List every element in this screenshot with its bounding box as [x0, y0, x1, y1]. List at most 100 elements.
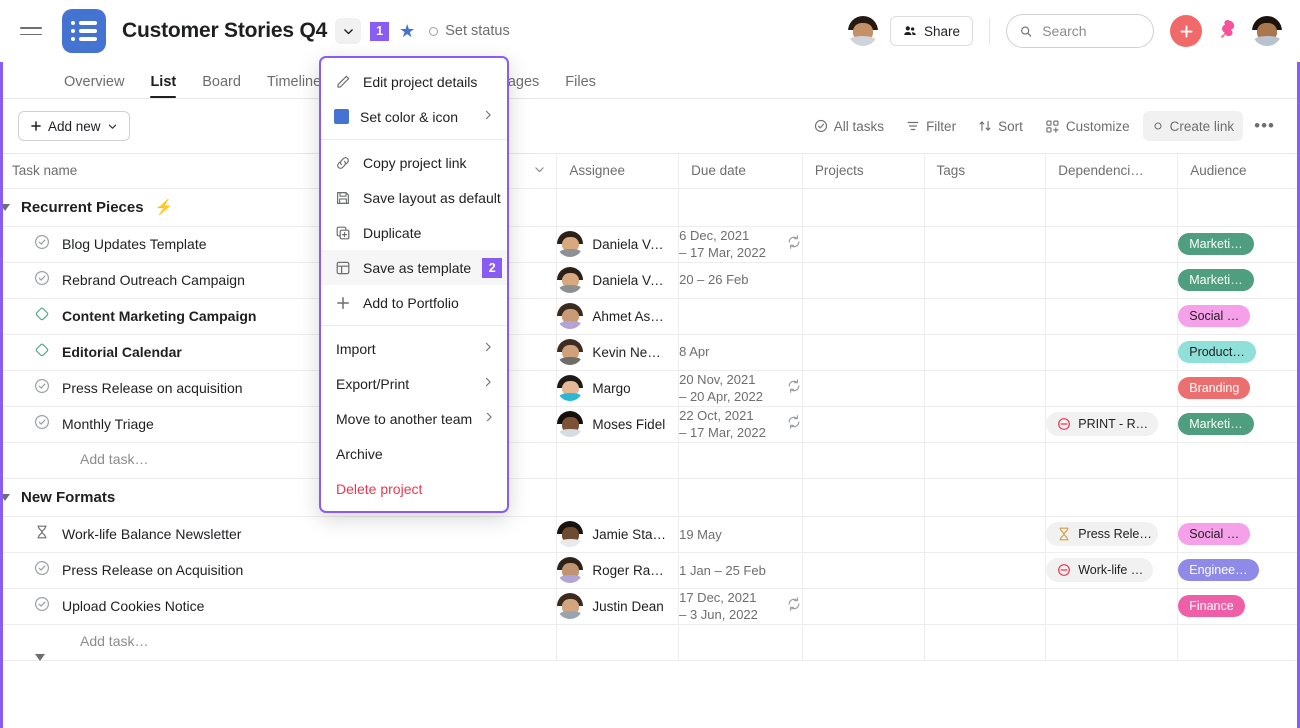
member-avatar[interactable]	[848, 16, 878, 46]
projects-cell[interactable]	[802, 262, 924, 298]
assignee-cell[interactable]: Daniela Var…	[557, 262, 679, 298]
check-circle-icon[interactable]	[34, 270, 50, 291]
projects-cell[interactable]	[802, 334, 924, 370]
task-name-cell[interactable]: Work-life Balance Newsletter	[0, 516, 557, 552]
audience-cell[interactable]: Product…	[1178, 334, 1300, 370]
projects-cell[interactable]	[802, 516, 924, 552]
check-circle-icon[interactable]	[34, 596, 50, 617]
assignee-cell[interactable]: Jamie Stap…	[557, 516, 679, 552]
tags-cell[interactable]	[924, 552, 1046, 588]
due-date-cell[interactable]: 20 – 26 Feb	[679, 262, 803, 298]
check-circle-icon[interactable]	[34, 414, 50, 435]
table-row[interactable]: Upload Cookies Notice Justin Dean 17 Dec…	[0, 588, 1300, 624]
avatar[interactable]	[557, 267, 583, 293]
diamond-icon[interactable]	[34, 306, 50, 327]
audience-cell[interactable]: Social …	[1178, 298, 1300, 334]
table-row[interactable]: Press Release on Acquisition Roger Ray… …	[0, 552, 1300, 588]
audience-pill[interactable]: Social …	[1178, 523, 1250, 545]
projects-cell[interactable]	[802, 370, 924, 406]
due-date-cell[interactable]: 19 May	[679, 516, 803, 552]
audience-pill[interactable]: Marketi…	[1178, 413, 1253, 435]
dependency-cell[interactable]	[1046, 588, 1178, 624]
menu-item-move-to-another-team[interactable]: Move to another team	[321, 401, 507, 436]
avatar[interactable]	[557, 339, 583, 365]
dependency-pill[interactable]: Press Rele…	[1046, 522, 1158, 546]
assignee-cell[interactable]: Margo	[557, 370, 679, 406]
add-task-row[interactable]: Add task…	[0, 624, 1300, 660]
set-status-button[interactable]: Set status	[429, 23, 509, 39]
menu-item-duplicate[interactable]: Duplicate	[321, 215, 507, 250]
project-menu-caret-button[interactable]	[335, 18, 361, 44]
column-header-dependencies[interactable]: Dependenci…	[1046, 154, 1178, 188]
task-name-cell[interactable]: Press Release on Acquisition	[0, 552, 557, 588]
dependency-cell[interactable]: PRINT - R…	[1046, 406, 1178, 442]
column-header-projects[interactable]: Projects	[802, 154, 924, 188]
dependency-pill[interactable]: Work-life …	[1046, 558, 1153, 582]
avatar[interactable]	[557, 521, 583, 547]
audience-pill[interactable]: Social …	[1178, 305, 1250, 327]
assignee-cell[interactable]: Moses Fidel	[557, 406, 679, 442]
audience-pill[interactable]: Marketi…	[1178, 233, 1253, 255]
menu-item-save-layout-as-default[interactable]: Save layout as default	[321, 180, 507, 215]
avatar[interactable]	[557, 593, 583, 619]
dependency-cell[interactable]	[1046, 226, 1178, 262]
dependency-cell[interactable]: Press Rele…	[1046, 516, 1178, 552]
menu-item-save-as-template[interactable]: Save as template 2	[321, 250, 507, 285]
column-header-tags[interactable]: Tags	[924, 154, 1046, 188]
audience-pill[interactable]: Marketi…	[1178, 269, 1253, 291]
dependency-cell[interactable]	[1046, 262, 1178, 298]
table-row[interactable]: Press Release on acquisition Margo 20 No…	[0, 370, 1300, 406]
more-options-button[interactable]: •••	[1247, 111, 1282, 141]
avatar[interactable]	[557, 231, 583, 257]
audience-cell[interactable]: Marketi…	[1178, 406, 1300, 442]
projects-cell[interactable]	[802, 406, 924, 442]
table-row[interactable]: Work-life Balance Newsletter Jamie Stap……	[0, 516, 1300, 552]
hourglass-icon[interactable]	[34, 524, 50, 545]
projects-cell[interactable]	[802, 226, 924, 262]
check-circle-icon[interactable]	[34, 378, 50, 399]
audience-pill[interactable]: Product…	[1178, 341, 1256, 363]
add-new-button[interactable]: Add new	[18, 111, 130, 141]
star-icon[interactable]: ★	[399, 22, 415, 40]
audience-cell[interactable]: Branding	[1178, 370, 1300, 406]
table-row[interactable]: Monthly Triage Moses Fidel 22 Oct, 2021–…	[0, 406, 1300, 442]
create-link-button[interactable]: Create link	[1143, 111, 1244, 141]
add-task-label[interactable]: Add task…	[0, 451, 148, 467]
audience-cell[interactable]: Enginee…	[1178, 552, 1300, 588]
dependency-cell[interactable]	[1046, 334, 1178, 370]
menu-item-import[interactable]: Import	[321, 331, 507, 366]
tags-cell[interactable]	[924, 370, 1046, 406]
tags-cell[interactable]	[924, 406, 1046, 442]
user-avatar[interactable]	[1252, 16, 1282, 46]
tab-files[interactable]: Files	[565, 74, 596, 98]
menu-item-edit-project-details[interactable]: Edit project details	[321, 64, 507, 99]
tags-cell[interactable]	[924, 262, 1046, 298]
audience-cell[interactable]: Marketi…	[1178, 262, 1300, 298]
bird-icon[interactable]	[1216, 18, 1238, 44]
projects-cell[interactable]	[802, 552, 924, 588]
task-name-cell[interactable]: Upload Cookies Notice	[0, 588, 557, 624]
due-date-cell[interactable]: 17 Dec, 2021– 3 Jun, 2022	[679, 588, 803, 624]
projects-cell[interactable]	[802, 298, 924, 334]
dependency-pill[interactable]: PRINT - R…	[1046, 412, 1158, 436]
add-task-cell[interactable]: Add task…	[0, 624, 557, 660]
assignee-cell[interactable]: Kevin New…	[557, 334, 679, 370]
audience-pill[interactable]: Enginee…	[1178, 559, 1258, 581]
avatar[interactable]	[557, 411, 583, 437]
due-date-cell[interactable]: 8 Apr	[679, 334, 803, 370]
tags-cell[interactable]	[924, 226, 1046, 262]
due-date-cell[interactable]: 22 Oct, 2021– 17 Mar, 2022	[679, 406, 803, 442]
audience-cell[interactable]: Marketi…	[1178, 226, 1300, 262]
audience-cell[interactable]: Social …	[1178, 516, 1300, 552]
customize-button[interactable]: Customize	[1036, 111, 1139, 141]
check-circle-icon[interactable]	[34, 560, 50, 581]
menu-item-export-print[interactable]: Export/Print	[321, 366, 507, 401]
dependency-cell[interactable]: Work-life …	[1046, 552, 1178, 588]
tags-cell[interactable]	[924, 588, 1046, 624]
projects-cell[interactable]	[802, 588, 924, 624]
menu-item-copy-project-link[interactable]: Copy project link	[321, 145, 507, 180]
assignee-cell[interactable]: Justin Dean	[557, 588, 679, 624]
tags-cell[interactable]	[924, 334, 1046, 370]
check-circle-icon[interactable]	[34, 234, 50, 255]
diamond-icon[interactable]	[34, 342, 50, 363]
